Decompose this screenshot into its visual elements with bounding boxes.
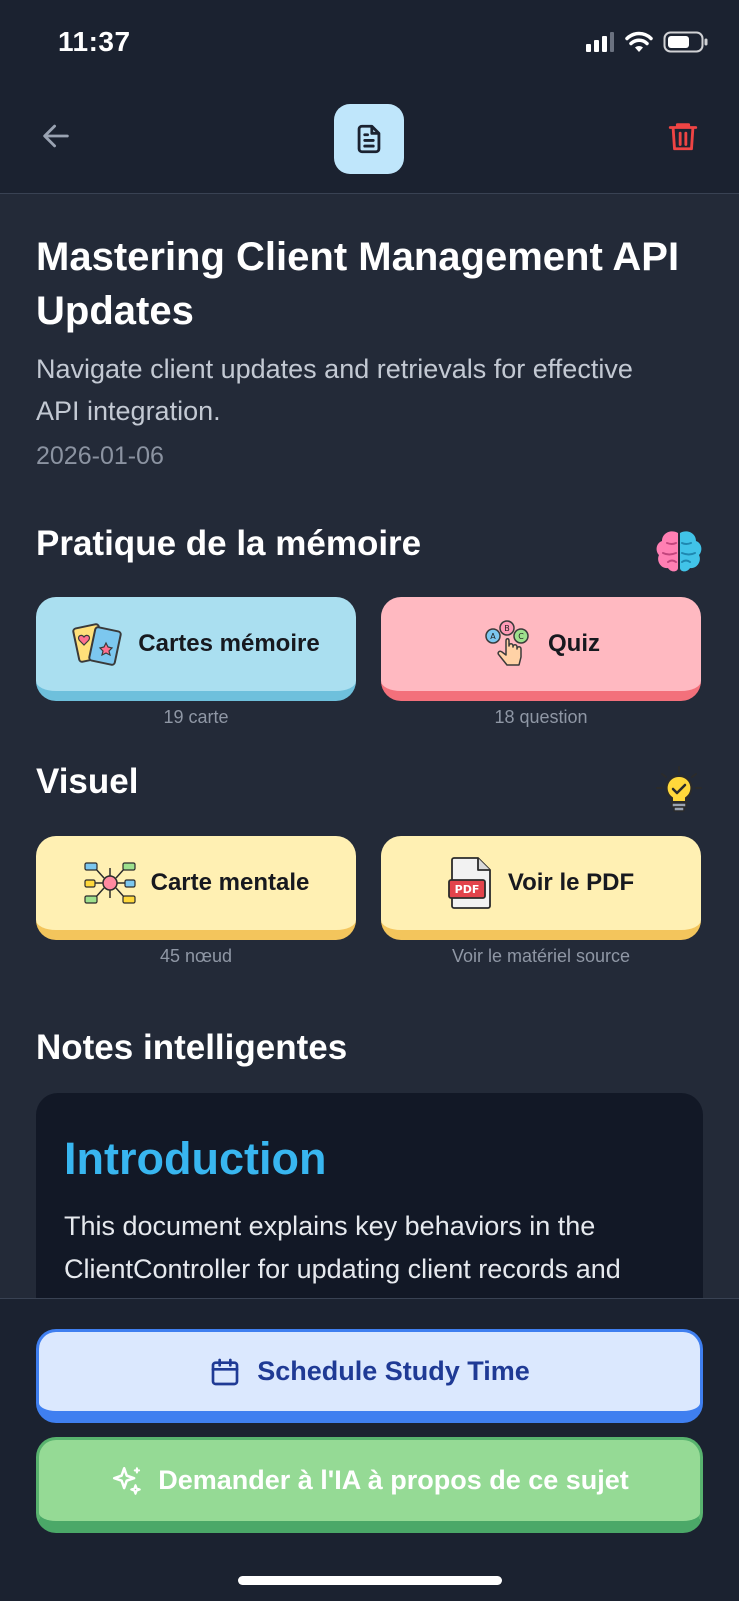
mind-map-count: 45 nœud (159, 946, 233, 966)
delete-button[interactable] (663, 116, 703, 156)
mind-map-label: Carte mentale (150, 869, 310, 896)
wifi-icon (625, 31, 653, 52)
document-icon (357, 124, 381, 154)
lightbulb-icon (656, 766, 702, 812)
quiz-count: 18 question (494, 707, 588, 727)
notes-heading: Introduction (64, 1133, 327, 1184)
view-pdf-button[interactable]: PDF Voir le PDF (381, 836, 701, 940)
battery-icon (663, 31, 708, 53)
smart-notes-title: Notes intelligentes (36, 1028, 348, 1067)
memory-practice-title: Pratique de la mémoire (36, 524, 422, 563)
svg-text:C: C (518, 632, 524, 641)
quiz-button[interactable]: A B C Quiz (381, 597, 701, 701)
document-button[interactable] (334, 104, 404, 174)
page-title: Mastering Client Management API Updates (36, 235, 680, 333)
flashcards-label: Cartes mémoire (138, 630, 320, 657)
home-indicator[interactable] (238, 1576, 502, 1585)
page-subtitle: Navigate client updates and retrievals f… (36, 354, 633, 426)
view-pdf-label: Voir le PDF (507, 869, 635, 896)
mind-map-icon (84, 862, 136, 904)
ask-ai-button[interactable]: Demander à l'IA à propos de ce sujet (36, 1437, 703, 1533)
view-pdf-caption: Voir le matériel source (451, 946, 631, 966)
pdf-file-icon: PDF (447, 857, 491, 909)
quiz-label: Quiz (548, 630, 600, 657)
flashcards-button[interactable]: Cartes mémoire (36, 597, 356, 701)
svg-text:B: B (504, 624, 510, 633)
back-button[interactable] (36, 116, 76, 156)
cellular-signal-icon (586, 32, 614, 52)
schedule-study-time-label: Schedule Study Time (257, 1356, 530, 1386)
status-time: 11:37 (58, 26, 131, 57)
flashcards-icon (72, 623, 122, 666)
ask-ai-label: Demander à l'IA à propos de ce sujet (158, 1465, 629, 1495)
trash-icon (668, 123, 698, 151)
flashcards-count: 19 carte (163, 707, 229, 727)
svg-text:PDF: PDF (455, 883, 480, 896)
quiz-choice-icon: A B C (485, 620, 529, 666)
status-icons (585, 30, 709, 54)
notes-text: This document explains key behaviors in … (64, 1211, 621, 1284)
calendar-icon (211, 1358, 239, 1385)
visual-title: Visuel (36, 762, 139, 801)
brain-icon (656, 531, 702, 572)
schedule-study-time-button[interactable]: Schedule Study Time (36, 1329, 703, 1423)
sparkles-icon (113, 1466, 142, 1495)
arrow-left-icon (43, 124, 69, 148)
mind-map-button[interactable]: Carte mentale (36, 836, 356, 940)
svg-text:A: A (490, 632, 496, 641)
date-label: 2026-01-06 (36, 442, 164, 470)
